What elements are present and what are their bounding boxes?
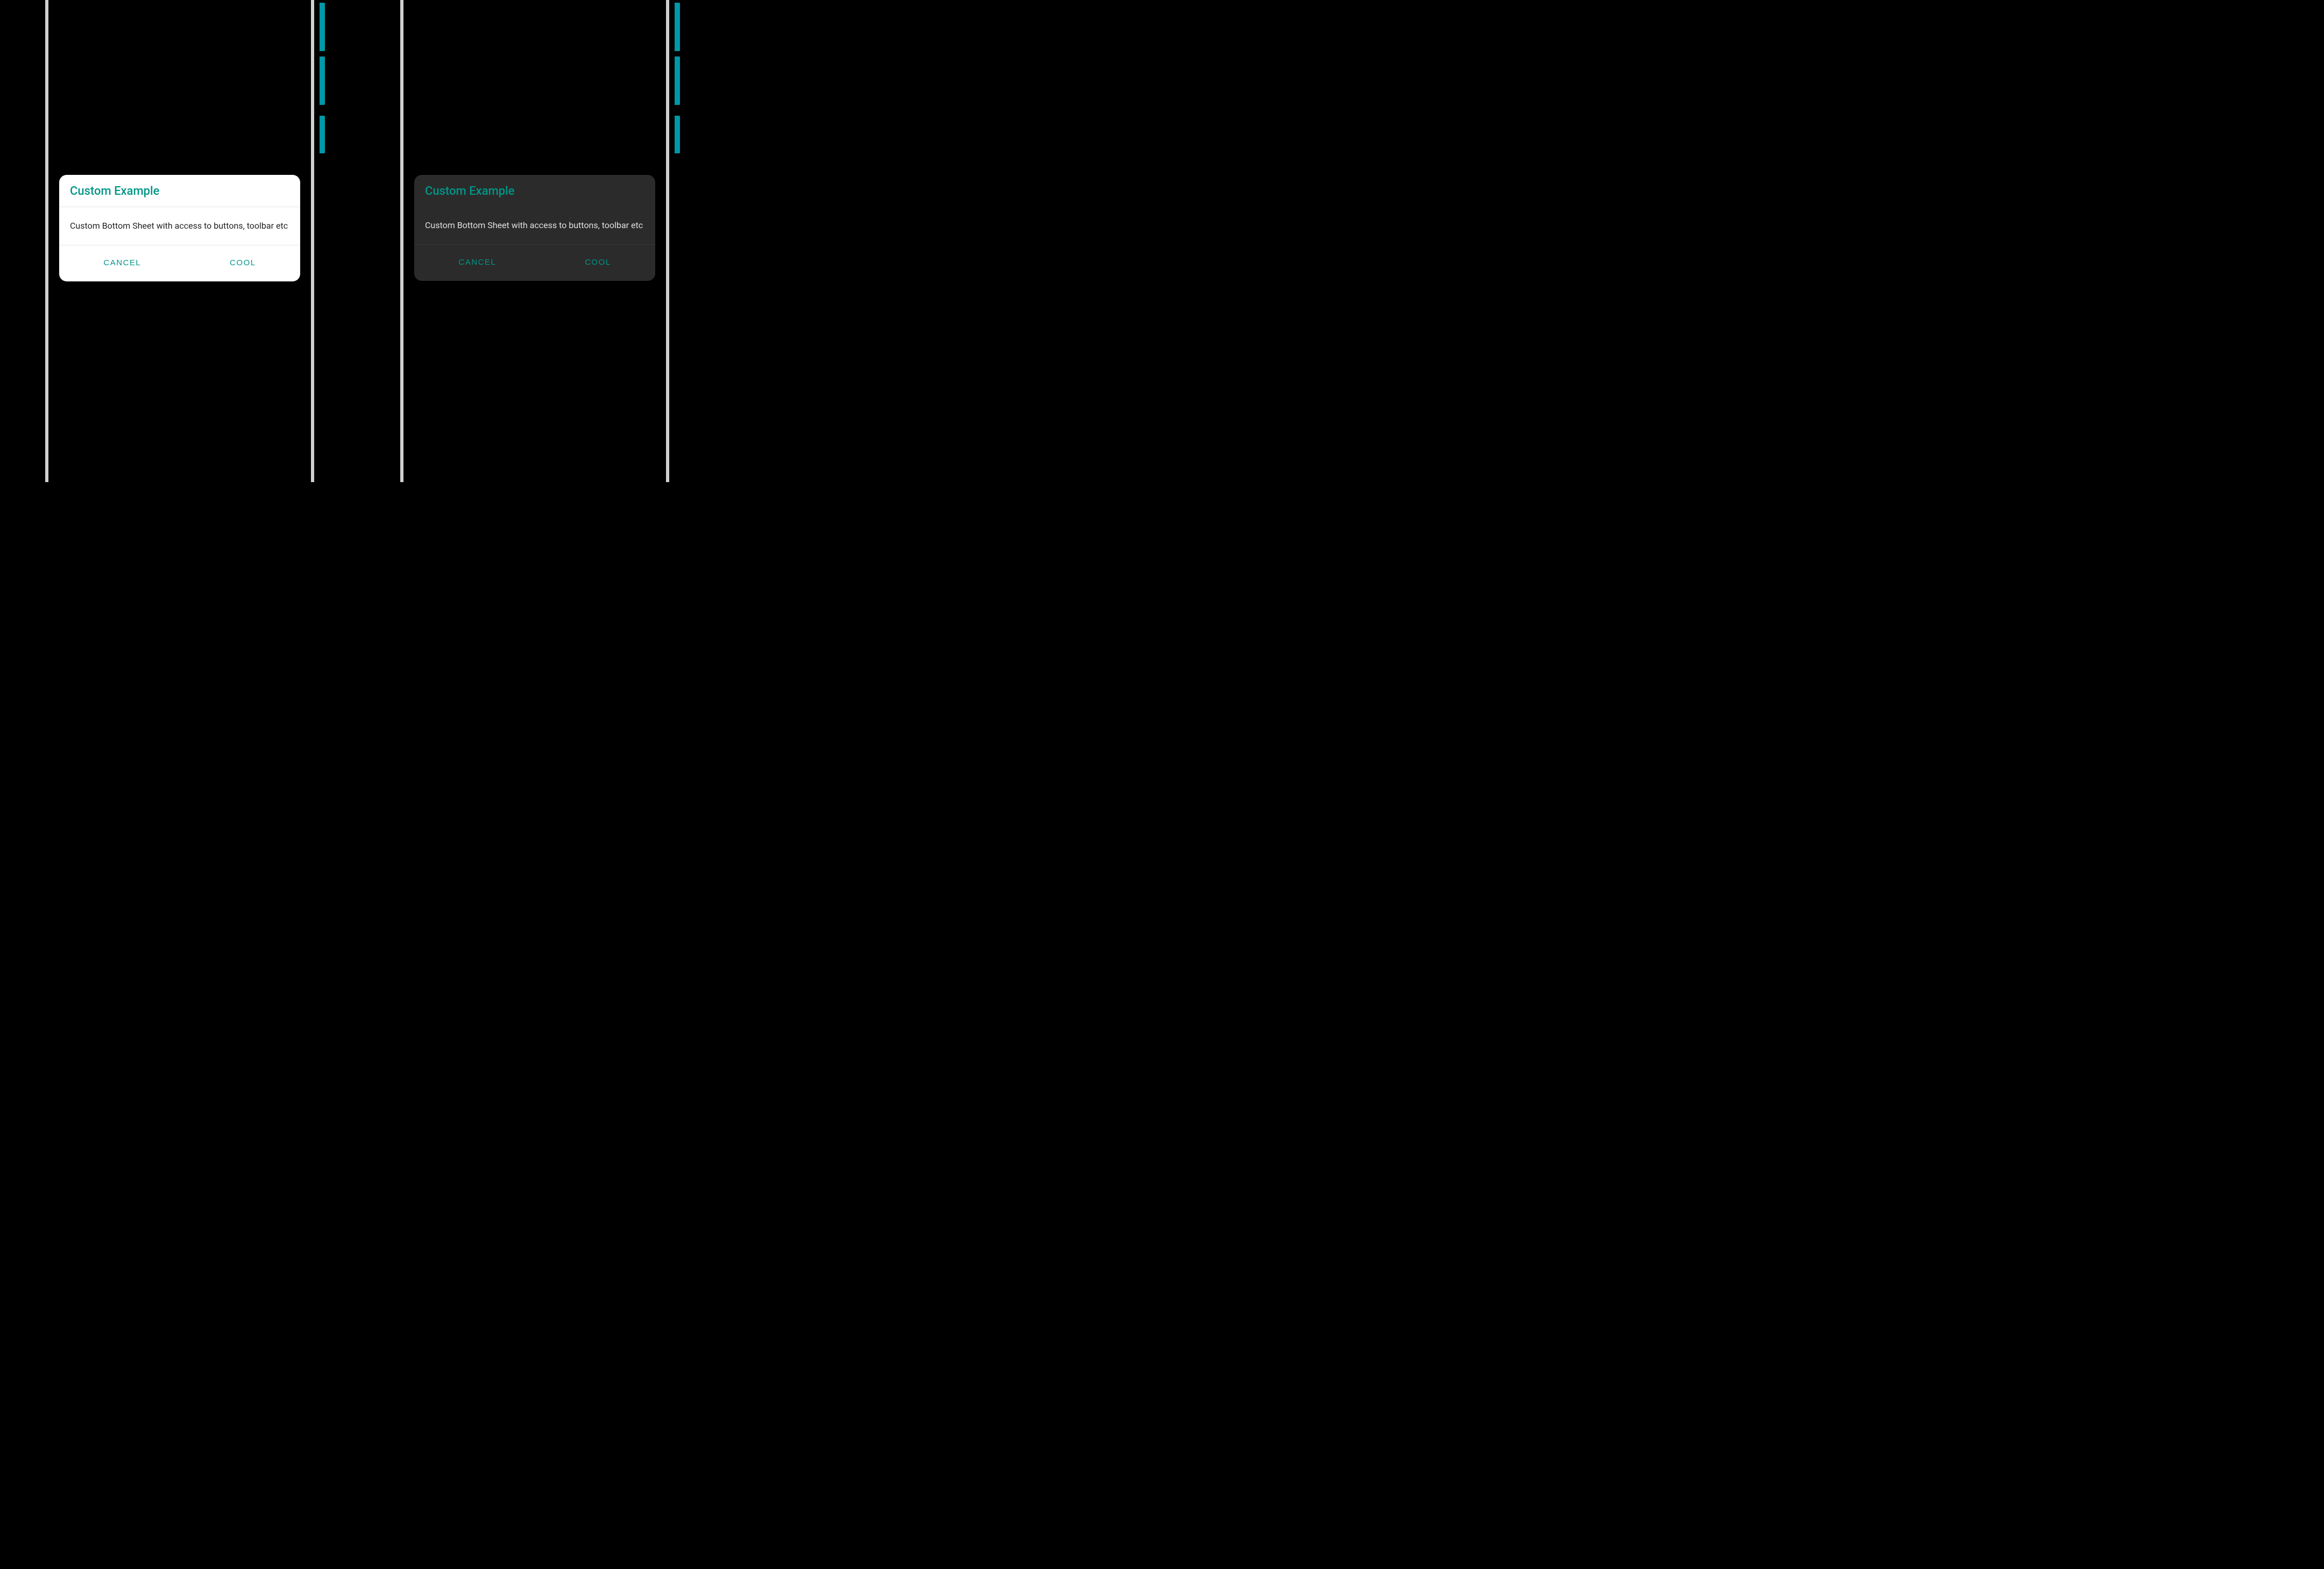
dialog-body-text: Custom Bottom Sheet with access to butto… <box>425 218 644 232</box>
dialog-header: Custom Example <box>59 175 300 207</box>
bottom-sheet-dialog-light: Custom Example Custom Bottom Sheet with … <box>59 175 300 281</box>
dialog-title: Custom Example <box>70 185 289 198</box>
dialog-actions: CANCEL COOL <box>414 245 655 281</box>
dialog-body-text: Custom Bottom Sheet with access to butto… <box>70 219 289 233</box>
dialog-actions: CANCEL COOL <box>59 245 300 281</box>
volume-up-button[interactable] <box>675 3 680 51</box>
phone-screen-light: Custom Example Custom Bottom Sheet with … <box>48 0 311 482</box>
power-button[interactable] <box>320 116 325 153</box>
volume-up-button[interactable] <box>320 3 325 51</box>
bottom-sheet-dialog-dark: Custom Example Custom Bottom Sheet with … <box>414 175 655 281</box>
phone-frame-dark: Custom Example Custom Bottom Sheet with … <box>389 0 680 482</box>
cancel-button[interactable]: CANCEL <box>450 256 505 269</box>
dialog-body: Custom Bottom Sheet with access to butto… <box>59 207 300 245</box>
phone-frame-light: Custom Example Custom Bottom Sheet with … <box>34 0 325 482</box>
phone-screen-dark: Custom Example Custom Bottom Sheet with … <box>403 0 666 482</box>
confirm-button[interactable]: COOL <box>576 256 620 269</box>
dialog-body: Custom Bottom Sheet with access to butto… <box>414 207 655 245</box>
volume-down-button[interactable] <box>320 56 325 105</box>
confirm-button[interactable]: COOL <box>221 256 265 270</box>
dialog-title: Custom Example <box>425 185 644 198</box>
cancel-button[interactable]: CANCEL <box>95 256 150 270</box>
power-button[interactable] <box>675 116 680 153</box>
dialog-header: Custom Example <box>414 175 655 207</box>
volume-down-button[interactable] <box>675 56 680 105</box>
